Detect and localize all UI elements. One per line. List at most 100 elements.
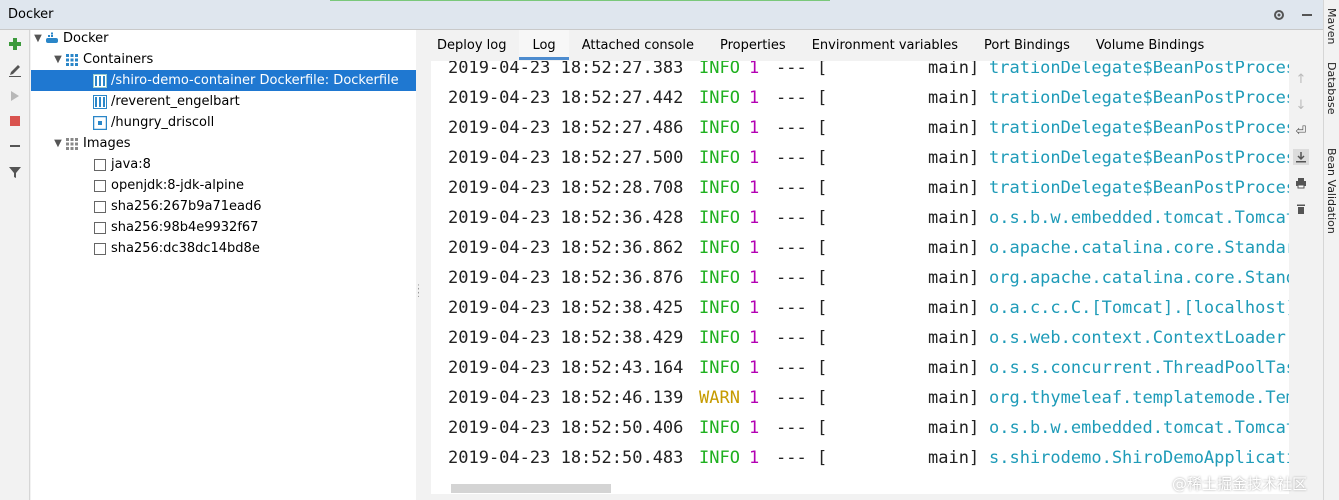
gear-icon[interactable] (1271, 7, 1287, 23)
log-logger: trationDelegate$BeanPostProces (989, 148, 1289, 168)
tree-item-container[interactable]: /shiro-demo-container Dockerfile: Docker… (31, 70, 416, 91)
log-separator: --- [ (776, 118, 828, 138)
log-separator: --- [ (776, 61, 828, 78)
log-level: INFO (699, 358, 740, 378)
log-level: WARN (699, 388, 740, 408)
log-logger: o.s.b.w.embedded.tomcat.Tomcat (989, 208, 1289, 228)
tab-log[interactable]: Log (519, 30, 569, 60)
log-timestamp: 2019-04-23 18:52:36.876 (448, 268, 684, 288)
log-thread: main] (928, 148, 980, 168)
remove-icon[interactable] (7, 138, 23, 154)
tree-item-container[interactable]: /reverent_engelbart (93, 91, 240, 112)
tree-label-image: java:8 (111, 157, 151, 172)
print-icon[interactable] (1293, 175, 1309, 191)
tree-label-container: /hungry_driscoll (111, 115, 215, 130)
tab-label: Environment variables (811, 37, 959, 53)
minimize-icon[interactable] (1299, 7, 1315, 23)
tree-label-images: Images (83, 136, 131, 151)
log-level: INFO (699, 148, 740, 168)
log-pid: 1 (749, 418, 760, 438)
tree-node-containers[interactable]: ▼ Containers (51, 49, 153, 70)
log-level: INFO (699, 208, 740, 228)
tool-tab-database[interactable]: Database (1325, 62, 1338, 115)
log-logger: trationDelegate$BeanPostProces (989, 178, 1289, 198)
log-thread: main] (928, 88, 980, 108)
tree-node-docker[interactable]: ▼ Docker (31, 28, 108, 49)
trash-icon[interactable] (1293, 201, 1309, 217)
tab-port-bindings[interactable]: Port Bindings (971, 30, 1083, 60)
tab-volume-bindings[interactable]: Volume Bindings (1083, 30, 1217, 60)
horizontal-scrollbar[interactable] (431, 484, 1289, 494)
log-pid: 1 (749, 178, 760, 198)
log-timestamp: 2019-04-23 18:52:36.862 (448, 238, 684, 258)
log-line: 2019-04-23 18:52:27.500 INFO 1 --- [main] tr… (431, 143, 1289, 173)
tab-attached-console[interactable]: Attached console (569, 30, 707, 60)
log-separator: --- [ (776, 148, 828, 168)
watermark: @稀土掘金技术社区 (1172, 475, 1308, 493)
log-level: INFO (699, 328, 740, 348)
log-level: INFO (699, 118, 740, 138)
tab-label: Deploy log (437, 37, 507, 53)
tab-environment-variables[interactable]: Environment variables (799, 30, 971, 60)
log-timestamp: 2019-04-23 18:52:38.425 (448, 298, 684, 318)
arrow-down-icon[interactable]: ↓ (1293, 97, 1309, 113)
window-title: Docker (8, 7, 54, 22)
log-logger: trationDelegate$BeanPostProces (989, 88, 1289, 108)
filter-icon[interactable] (7, 164, 23, 180)
log-level: INFO (699, 178, 740, 198)
scrollbar-thumb[interactable] (451, 484, 611, 493)
log-separator: --- [ (776, 448, 828, 468)
tree-item-image[interactable]: sha256:dc38dc14bd8e (94, 238, 260, 259)
chevron-down-icon[interactable]: ▼ (51, 138, 65, 149)
tree-item-container[interactable]: /hungry_driscoll (92, 112, 215, 133)
log-logger: o.s.web.context.ContextLoader (989, 328, 1286, 348)
scroll-to-end-icon[interactable] (1293, 149, 1309, 165)
containers-icon (65, 53, 79, 67)
log-level: INFO (699, 418, 740, 438)
tree-item-image[interactable]: openjdk:8-jdk-alpine (94, 175, 244, 196)
right-tool-strip: Maven Database Bean Validation (1323, 0, 1339, 500)
log-level: INFO (699, 268, 740, 288)
tool-tab-bean-validation[interactable]: Bean Validation (1325, 148, 1338, 234)
log-pid: 1 (749, 298, 760, 318)
log-separator: --- [ (776, 178, 828, 198)
tab-properties[interactable]: Properties (707, 30, 799, 60)
images-icon (65, 137, 79, 151)
tab-label: Port Bindings (984, 37, 1070, 53)
chevron-down-icon[interactable]: ▼ (51, 54, 65, 65)
tree-item-image[interactable]: sha256:98b4e9932f67 (94, 217, 258, 238)
log-line: 2019-04-23 18:52:27.442 INFO 1 --- [main] tr… (431, 83, 1289, 113)
stop-icon[interactable] (7, 113, 23, 129)
log-pid: 1 (749, 148, 760, 168)
tree-item-image[interactable]: sha256:267b9a71ead6 (94, 196, 262, 217)
log-timestamp: 2019-04-23 18:52:46.139 (448, 388, 684, 408)
deploy-icon[interactable] (7, 36, 23, 52)
log-logger: org.apache.catalina.core.Stand (989, 268, 1289, 288)
log-logger: trationDelegate$BeanPostProces (989, 118, 1289, 138)
tab-deploy-log[interactable]: Deploy log (424, 30, 519, 60)
log-thread: main] (928, 238, 980, 258)
splitter-handle[interactable]: ::: (416, 30, 430, 500)
arrow-up-icon[interactable]: ↑ (1293, 71, 1309, 87)
log-timestamp: 2019-04-23 18:52:36.428 (448, 208, 684, 228)
soft-wrap-icon[interactable]: ⏎ (1293, 123, 1309, 139)
log-line: 2019-04-23 18:52:27.383 INFO 1 --- [main] tr… (431, 61, 1289, 83)
log-separator: --- [ (776, 208, 828, 228)
log-line: 2019-04-23 18:52:38.429 INFO 1 --- [main] o.… (431, 323, 1289, 353)
tool-tab-maven[interactable]: Maven (1325, 8, 1338, 44)
log-logger: org.thymeleaf.templatemode.Tem (989, 388, 1289, 408)
log-pid: 1 (749, 238, 760, 258)
tree-node-images[interactable]: ▼ Images (51, 133, 131, 154)
log-line: 2019-04-23 18:52:50.483 INFO 1 --- [main] s.… (431, 443, 1289, 473)
tree-item-image[interactable]: java:8 (94, 154, 151, 175)
log-output[interactable]: 2019-04-23 18:52:27.383 INFO 1 --- [main] tr… (431, 61, 1289, 493)
log-logger: o.s.s.concurrent.ThreadPoolTas (989, 358, 1289, 378)
image-icon (94, 221, 106, 234)
run-icon[interactable] (7, 88, 23, 104)
chevron-down-icon[interactable]: ▼ (31, 33, 45, 44)
log-thread: main] (928, 358, 980, 378)
container-stopped-icon (92, 115, 108, 130)
edit-icon[interactable] (7, 62, 23, 78)
image-icon (94, 158, 106, 171)
log-separator: --- [ (776, 388, 828, 408)
